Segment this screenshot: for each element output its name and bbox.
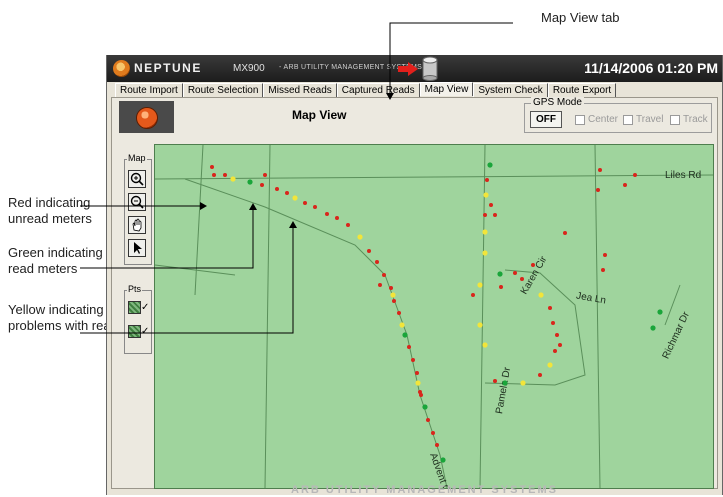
callout-lines	[80, 22, 513, 334]
screenshot-stage: Map View tab Red indicating unread meter…	[0, 0, 723, 497]
